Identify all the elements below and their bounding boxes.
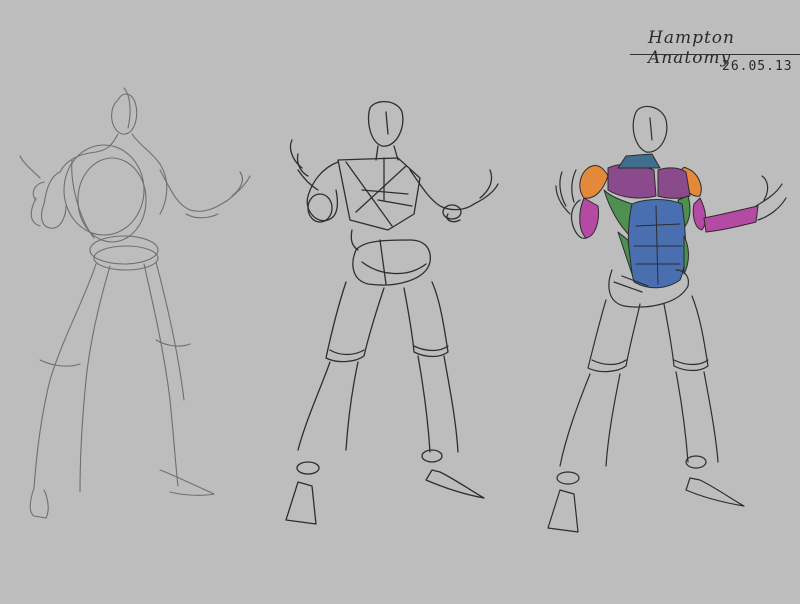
sketch-date: 26.05.13 — [722, 59, 793, 74]
figure-construction — [285, 101, 499, 525]
title-underline — [630, 54, 800, 55]
sketch-canvas: Hampton Anatomy 26.05.13 — [0, 0, 800, 604]
figure-muscle-study — [547, 105, 787, 533]
figure-gesture — [19, 87, 251, 519]
figure-drawings — [19, 87, 787, 533]
